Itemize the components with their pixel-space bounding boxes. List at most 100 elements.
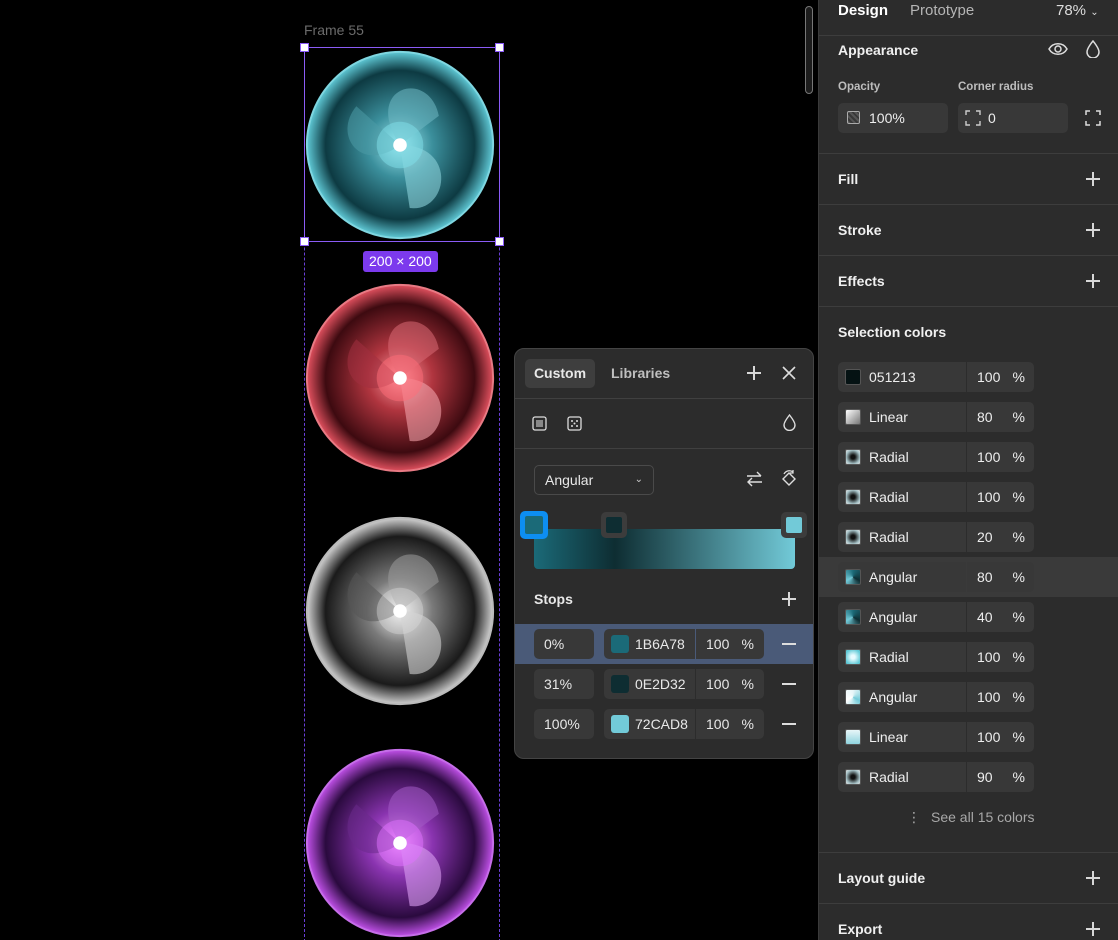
add-stroke-icon[interactable] <box>1085 222 1101 238</box>
selection-color-opacity[interactable]: 20% <box>967 522 1034 552</box>
color-label: Linear <box>869 729 908 745</box>
selection-color-row[interactable]: 051213 100% <box>838 362 1034 392</box>
opacity-value: 100 <box>977 369 1001 385</box>
close-icon[interactable] <box>782 366 796 380</box>
orb-purple[interactable] <box>303 746 497 940</box>
selection-color-row[interactable]: Linear 100% <box>838 722 1034 752</box>
color-swatch[interactable] <box>611 635 629 653</box>
stop-opacity-field[interactable]: 100% <box>696 629 764 659</box>
color-swatch[interactable] <box>611 715 629 733</box>
swap-stops-icon[interactable] <box>746 471 763 487</box>
orb-gray[interactable] <box>303 514 497 708</box>
resize-handle-tr[interactable] <box>495 43 504 52</box>
stop-position-field[interactable]: 100% <box>534 709 594 739</box>
remove-stop-icon[interactable] <box>782 643 796 645</box>
frame-label[interactable]: Frame 55 <box>304 22 364 38</box>
opacity-field[interactable]: 100% <box>838 103 948 133</box>
selection-colors-title: Selection colors <box>838 324 947 340</box>
selection-color-opacity[interactable]: 40% <box>967 602 1034 632</box>
selection-color-name[interactable]: Angular <box>838 682 966 712</box>
selection-color-row[interactable]: Radial 20% <box>838 522 1034 552</box>
opacity-value: 40 <box>977 609 993 625</box>
gradient-stop-row[interactable]: 100% 72CAD8 100% <box>515 704 813 744</box>
selection-color-row[interactable]: Radial 90% <box>838 762 1034 792</box>
selection-color-opacity[interactable]: 90% <box>967 762 1034 792</box>
selection-color-name[interactable]: Radial <box>838 522 966 552</box>
selection-color-row[interactable]: Angular 80% <box>838 562 1034 592</box>
fill-solid-icon[interactable] <box>532 416 547 431</box>
selection-color-name[interactable]: Radial <box>838 442 966 472</box>
stop-color-field[interactable]: 72CAD8 <box>604 709 695 739</box>
fill-pattern-icon[interactable] <box>567 416 582 431</box>
orb-red[interactable] <box>303 281 497 475</box>
stop-opacity-field[interactable]: 100% <box>696 669 764 699</box>
stop-opacity-field[interactable]: 100% <box>696 709 764 739</box>
drop-icon[interactable] <box>1086 40 1100 58</box>
stop-position-field[interactable]: 31% <box>534 669 594 699</box>
zoom-level[interactable]: 78% ⌄ <box>1056 2 1099 19</box>
selection-color-row[interactable]: Angular 40% <box>838 602 1034 632</box>
add-stop-icon[interactable] <box>781 591 797 607</box>
selection-box[interactable] <box>304 47 500 242</box>
selection-color-opacity[interactable]: 100% <box>967 722 1034 752</box>
tab-custom[interactable]: Custom <box>525 359 595 388</box>
rotate-gradient-icon[interactable] <box>781 469 797 488</box>
blend-drop-icon[interactable] <box>783 414 796 431</box>
stop-position-field[interactable]: 0% <box>534 629 594 659</box>
selection-color-name[interactable]: 051213 <box>838 362 966 392</box>
add-export-icon[interactable] <box>1085 921 1101 937</box>
gradient-stop-handle-0[interactable] <box>520 511 548 539</box>
add-fill-icon[interactable] <box>1085 171 1101 187</box>
resize-handle-tl[interactable] <box>300 43 309 52</box>
canvas-scrollbar[interactable] <box>805 6 813 94</box>
tab-libraries[interactable]: Libraries <box>611 365 670 381</box>
gradient-stop-handle-31[interactable] <box>601 512 627 538</box>
eye-icon[interactable] <box>1048 41 1068 57</box>
selection-color-name[interactable]: Angular <box>838 602 966 632</box>
add-style-icon[interactable] <box>746 365 762 381</box>
selection-color-name[interactable]: Radial <box>838 762 966 792</box>
add-layout-guide-icon[interactable] <box>1085 870 1101 886</box>
color-swatch[interactable] <box>611 675 629 693</box>
gradient-stop-row[interactable]: 0% 1B6A78 100% <box>515 624 813 664</box>
selection-color-name[interactable]: Linear <box>838 722 966 752</box>
percent-sign: % <box>1012 489 1025 505</box>
effects-title: Effects <box>838 273 885 289</box>
selection-color-name[interactable]: Angular <box>838 562 966 592</box>
selection-color-opacity[interactable]: 100% <box>967 442 1034 472</box>
selection-color-name[interactable]: Radial <box>838 642 966 672</box>
gradient-bar[interactable] <box>534 529 795 569</box>
stop-color-field[interactable]: 0E2D32 <box>604 669 695 699</box>
selection-color-row[interactable]: Radial 100% <box>838 642 1034 672</box>
selection-color-opacity[interactable]: 100% <box>967 642 1034 672</box>
selection-color-row[interactable]: Linear 80% <box>838 402 1034 432</box>
add-effect-icon[interactable] <box>1085 273 1101 289</box>
tab-design[interactable]: Design <box>838 2 888 19</box>
stop-color-field[interactable]: 1B6A78 <box>604 629 695 659</box>
gradient-stop-row[interactable]: 31% 0E2D32 100% <box>515 664 813 704</box>
selection-color-row[interactable]: Radial 100% <box>838 482 1034 512</box>
independent-corners-icon[interactable] <box>1085 110 1101 126</box>
resize-handle-bl[interactable] <box>300 237 309 246</box>
selection-color-opacity[interactable]: 100% <box>967 682 1034 712</box>
export-title: Export <box>838 921 883 937</box>
selection-color-name[interactable]: Linear <box>838 402 966 432</box>
remove-stop-icon[interactable] <box>782 683 796 685</box>
gradient-type-select[interactable]: Angular ⌄ <box>534 465 654 495</box>
corner-radius-field[interactable]: 0 <box>958 103 1068 133</box>
divider <box>819 204 1118 205</box>
selection-color-opacity[interactable]: 80% <box>967 562 1034 592</box>
remove-stop-icon[interactable] <box>782 723 796 725</box>
gradient-stop-handle-100[interactable] <box>781 512 807 538</box>
selection-color-opacity[interactable]: 80% <box>967 402 1034 432</box>
color-label: Radial <box>869 449 909 465</box>
selection-color-opacity[interactable]: 100% <box>967 362 1034 392</box>
selection-color-opacity[interactable]: 100% <box>967 482 1034 512</box>
selection-color-name[interactable]: Radial <box>838 482 966 512</box>
selection-color-row[interactable]: Radial 100% <box>838 442 1034 472</box>
resize-handle-br[interactable] <box>495 237 504 246</box>
selection-color-row[interactable]: Angular 100% <box>838 682 1034 712</box>
see-all-colors-link[interactable]: ⋮ See all 15 colors <box>907 809 1035 826</box>
tab-prototype[interactable]: Prototype <box>910 2 974 19</box>
opacity-value: 100 <box>977 449 1001 465</box>
